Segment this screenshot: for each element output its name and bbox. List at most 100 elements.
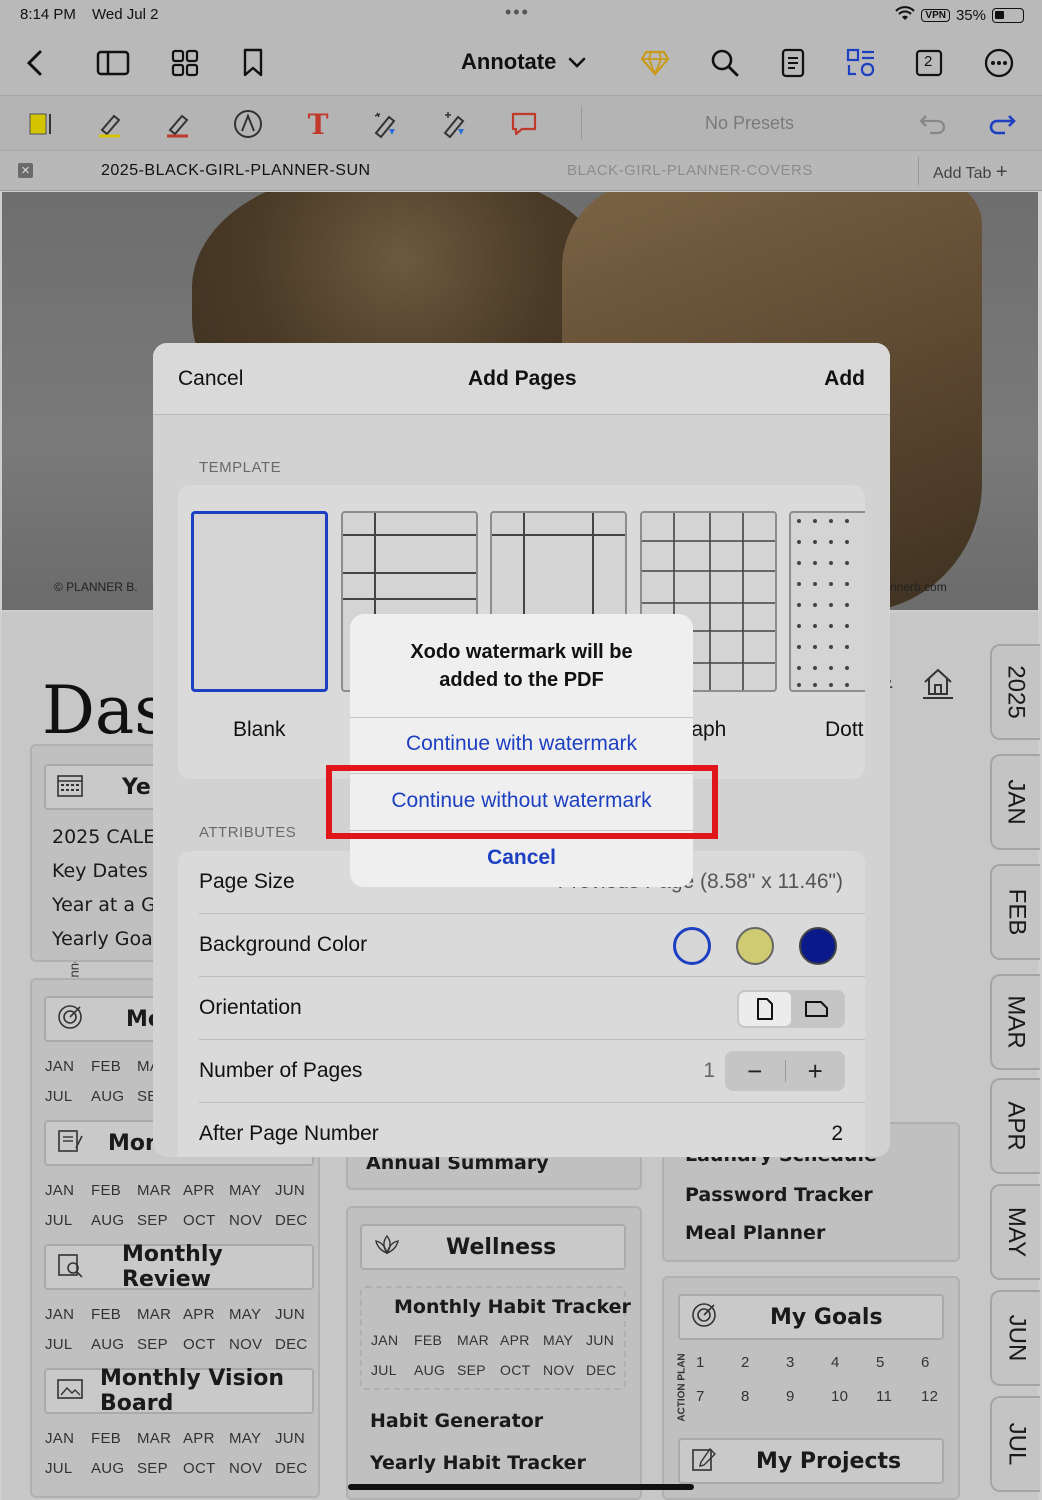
month-link[interactable]: MAR [457,1332,500,1348]
month-link[interactable]: SEP [137,1336,183,1353]
goal-number-link[interactable]: 8 [741,1388,786,1405]
month-link[interactable]: APR [183,1306,229,1323]
side-tab-jan[interactable]: JAN [990,754,1040,850]
text-tool-icon[interactable]: T [300,106,336,142]
goal-number-link[interactable]: 2 [741,1354,786,1371]
alert-cancel-button[interactable]: Cancel [350,846,693,870]
magic-eraser-tool-icon[interactable] [368,106,404,142]
month-link[interactable]: MAR [137,1182,183,1199]
month-link[interactable]: FEB [91,1182,137,1199]
month-link[interactable]: FEB [91,1306,137,1323]
month-link[interactable]: MAY [229,1306,275,1323]
month-link[interactable]: MAR [137,1306,183,1323]
my-goals-header[interactable]: My Goals [678,1294,944,1340]
month-link[interactable]: FEB [91,1430,137,1447]
sheet-cancel-button[interactable]: Cancel [178,367,243,391]
side-tab-feb[interactable]: FEB [990,864,1040,960]
month-link[interactable]: JUL [45,1212,91,1229]
month-link[interactable]: AUG [91,1460,137,1477]
goal-number-link[interactable]: 12 [921,1388,966,1405]
month-link[interactable]: NOV [543,1362,586,1378]
yearly-habit-tracker-link[interactable]: Yearly Habit Tracker [370,1452,586,1474]
decrement-button[interactable]: − [725,1056,785,1087]
wellness-header[interactable]: Wellness [360,1224,626,1270]
multitasking-dots-icon[interactable]: ••• [505,2,530,23]
month-link[interactable]: SEP [137,1460,183,1477]
month-link[interactable]: JUL [45,1088,91,1105]
month-link[interactable]: JUN [275,1430,321,1447]
month-link[interactable]: MAY [229,1430,275,1447]
year-item-key-dates[interactable]: Key Dates [52,860,148,882]
goal-number-link[interactable]: 3 [786,1354,831,1371]
month-link[interactable]: DEC [275,1460,321,1477]
month-link[interactable]: JUN [275,1182,321,1199]
side-tab-apr[interactable]: APR [990,1078,1040,1174]
year-item-calendar[interactable]: 2025 CALE [52,826,155,848]
side-tab-jun[interactable]: JUN [990,1290,1040,1386]
month-link[interactable]: FEB [91,1058,137,1075]
bookmark-icon[interactable] [234,44,272,82]
month-link[interactable]: AUG [91,1336,137,1353]
meal-planner-link[interactable]: Meal Planner [685,1222,825,1244]
pen-tool-icon[interactable] [160,106,196,142]
month-link[interactable]: FEB [414,1332,457,1348]
month-link[interactable]: DEC [275,1212,321,1229]
month-link[interactable]: SEP [137,1212,183,1229]
close-tab-icon[interactable]: ✕ [18,163,33,178]
password-tracker-link[interactable]: Password Tracker [685,1184,873,1206]
continue-with-watermark-button[interactable]: Continue with watermark [350,732,693,756]
portrait-orientation-icon[interactable] [739,992,791,1026]
month-link[interactable]: NOV [229,1212,275,1229]
sticky-note-tool-icon[interactable] [22,106,58,142]
presets-label[interactable]: No Presets [705,113,794,134]
month-link[interactable]: AUG [414,1362,457,1378]
side-tab-may[interactable]: MAY [990,1184,1040,1280]
reader-mode-icon[interactable] [774,44,812,82]
smart-eraser-tool-icon[interactable] [437,106,473,142]
increment-button[interactable]: + [786,1056,846,1087]
monthly-habit-tracker-title[interactable]: Monthly Habit Tracker [394,1296,631,1318]
annotate-mode-dropdown[interactable]: Annotate [461,49,586,75]
tab-active-document[interactable]: 2025-BLACK-GIRL-PLANNER-SUN [101,162,371,180]
month-link[interactable]: DEC [586,1362,629,1378]
home-icon[interactable] [920,664,956,705]
highlighter-tool-icon[interactable] [92,106,128,142]
month-link[interactable]: MAY [229,1182,275,1199]
month-link[interactable]: JAN [45,1306,91,1323]
tab-inactive-document[interactable]: BLACK-GIRL-PLANNER-COVERS [567,162,813,179]
goal-number-link[interactable]: 1 [696,1354,741,1371]
home-indicator[interactable] [348,1484,694,1490]
redo-icon[interactable] [984,106,1020,142]
monthly-vision-board-header[interactable]: Monthly Vision Board [44,1366,314,1416]
month-link[interactable]: JUN [586,1332,629,1348]
month-link[interactable]: JUL [371,1362,414,1378]
month-link[interactable]: DEC [275,1336,321,1353]
year-item-yearly-goals[interactable]: Yearly Goal [52,928,158,950]
habit-generator-link[interactable]: Habit Generator [370,1410,543,1432]
month-link[interactable]: AUG [91,1212,137,1229]
search-icon[interactable] [706,44,744,82]
landscape-orientation-icon[interactable] [791,992,843,1026]
month-link[interactable]: OCT [183,1212,229,1229]
side-tab-mar[interactable]: MAR [990,974,1040,1070]
goal-number-link[interactable]: 7 [696,1388,741,1405]
undo-icon[interactable] [915,106,951,142]
month-link[interactable]: JAN [45,1182,91,1199]
month-link[interactable]: JUN [275,1306,321,1323]
comment-tool-icon[interactable] [506,106,542,142]
month-link[interactable]: NOV [229,1460,275,1477]
month-link[interactable]: JUL [45,1460,91,1477]
month-link[interactable]: JAN [371,1332,414,1348]
month-link[interactable]: SEP [457,1362,500,1378]
goal-number-link[interactable]: 5 [876,1354,921,1371]
premium-diamond-icon[interactable] [636,44,674,82]
after-page-number-row[interactable]: After Page Number 2 [199,1103,865,1157]
year-item-year-at-a-glance[interactable]: Year at a Gl [52,894,161,916]
month-link[interactable]: JAN [45,1430,91,1447]
thumbnails-grid-icon[interactable] [166,44,204,82]
goal-number-link[interactable]: 10 [831,1388,876,1405]
month-link[interactable]: APR [183,1182,229,1199]
month-link[interactable]: OCT [500,1362,543,1378]
color-swatch-navy[interactable] [799,927,837,965]
goal-number-link[interactable]: 6 [921,1354,966,1371]
